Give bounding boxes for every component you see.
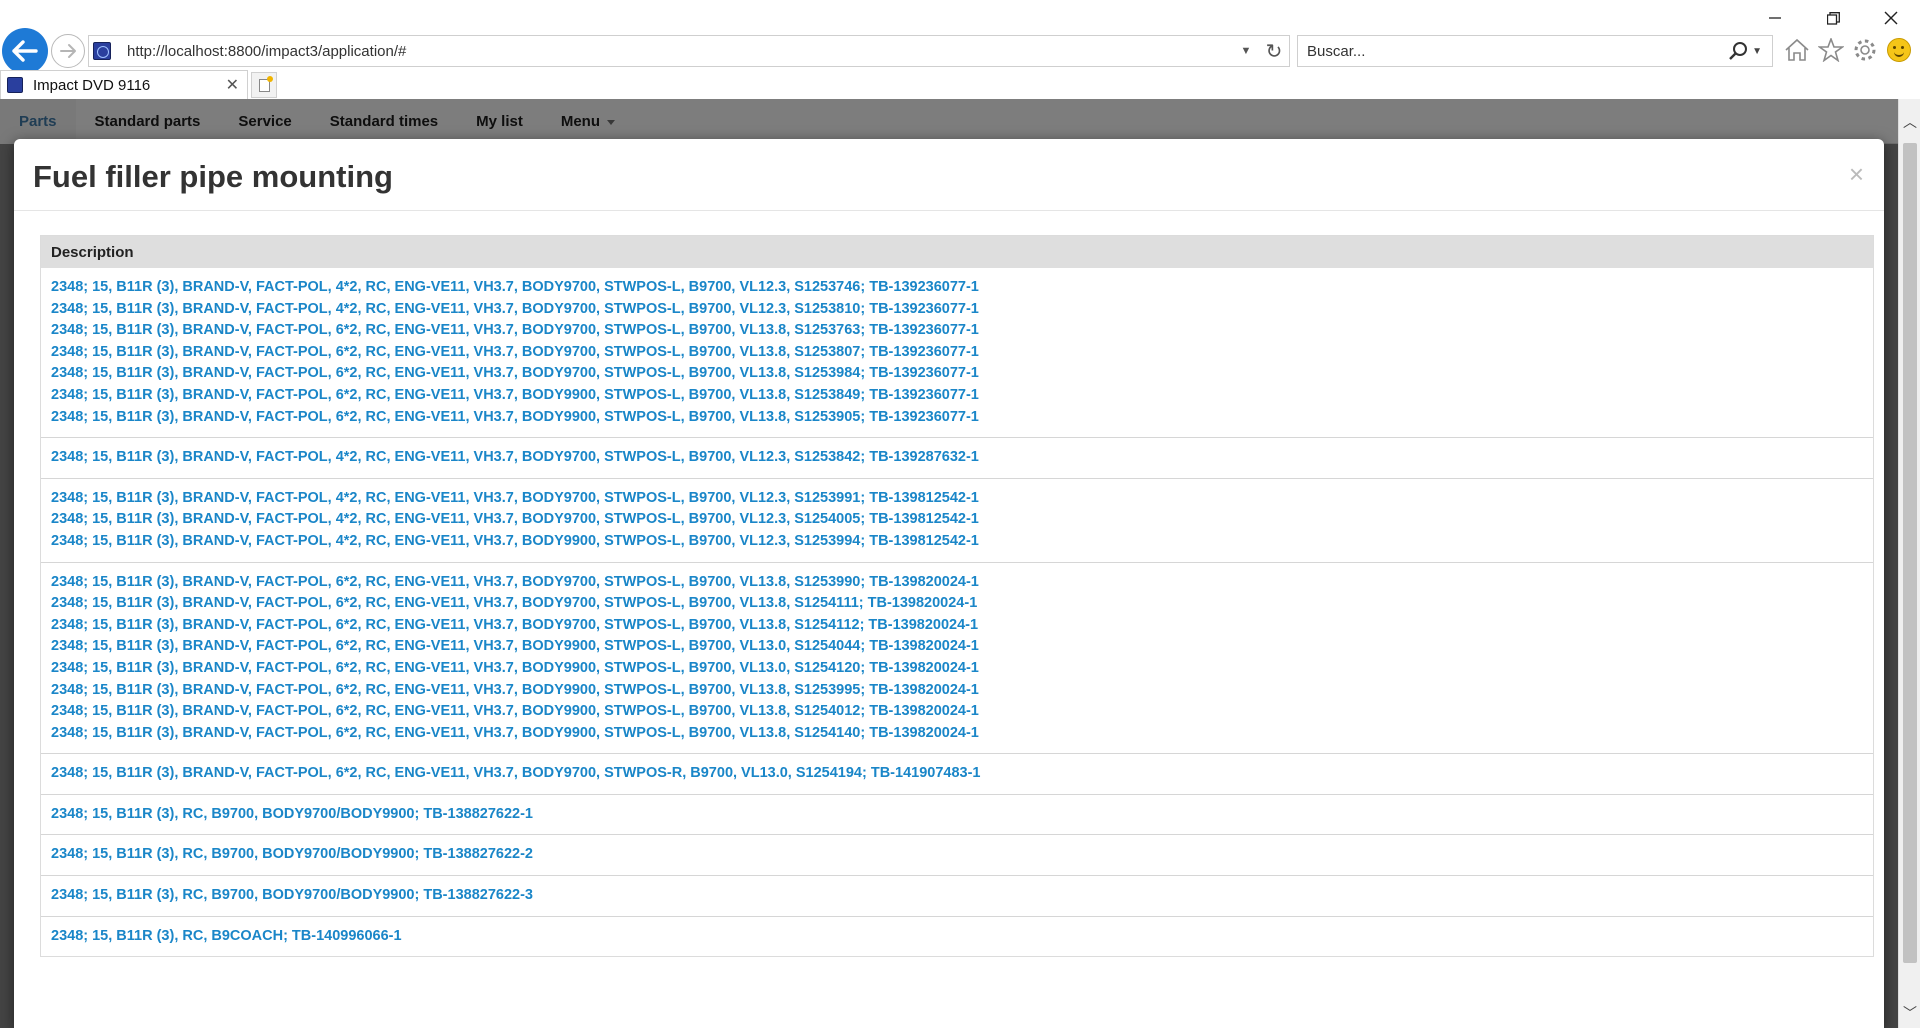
- description-link[interactable]: 2348; 15, B11R (3), BRAND-V, FACT-POL, 6…: [51, 701, 1863, 723]
- favorites-star-icon[interactable]: [1817, 34, 1845, 66]
- row-group: 2348; 15, B11R (3), BRAND-V, FACT-POL, 4…: [41, 268, 1873, 437]
- description-link[interactable]: 2348; 15, B11R (3), BRAND-V, FACT-POL, 6…: [51, 658, 1863, 680]
- feedback-smiley-icon[interactable]: [1885, 34, 1913, 66]
- forward-button[interactable]: [51, 34, 85, 68]
- chevron-down-icon[interactable]: ▼: [1233, 45, 1259, 57]
- restore-button[interactable]: [1804, 0, 1862, 36]
- browser-tab[interactable]: Impact DVD 9116 ✕: [0, 70, 248, 99]
- scrollbar-thumb[interactable]: [1903, 143, 1917, 963]
- new-tab-icon: [258, 75, 273, 92]
- window-controls: [1746, 0, 1920, 36]
- modal-title: Fuel filler pipe mounting: [33, 159, 393, 194]
- description-link[interactable]: 2348; 15, B11R (3), RC, B9700, BODY9700/…: [51, 844, 1863, 866]
- description-link[interactable]: 2348; 15, B11R (3), BRAND-V, FACT-POL, 6…: [51, 636, 1863, 658]
- search-icon[interactable]: [1728, 41, 1748, 61]
- restore-icon: [1826, 11, 1840, 25]
- site-favicon-icon: [93, 42, 111, 60]
- description-link[interactable]: 2348; 15, B11R (3), BRAND-V, FACT-POL, 4…: [51, 277, 1863, 299]
- description-table: Description 2348; 15, B11R (3), BRAND-V,…: [40, 235, 1874, 958]
- row-group: 2348; 15, B11R (3), BRAND-V, FACT-POL, 6…: [41, 753, 1873, 794]
- description-link[interactable]: 2348; 15, B11R (3), BRAND-V, FACT-POL, 4…: [51, 447, 1863, 469]
- description-link[interactable]: 2348; 15, B11R (3), BRAND-V, FACT-POL, 6…: [51, 763, 1863, 785]
- description-link[interactable]: 2348; 15, B11R (3), RC, B9700, BODY9700/…: [51, 885, 1863, 907]
- row-group: 2348; 15, B11R (3), BRAND-V, FACT-POL, 4…: [41, 437, 1873, 478]
- description-link[interactable]: 2348; 15, B11R (3), BRAND-V, FACT-POL, 6…: [51, 385, 1863, 407]
- description-link[interactable]: 2348; 15, B11R (3), BRAND-V, FACT-POL, 6…: [51, 363, 1863, 385]
- row-group: 2348; 15, B11R (3), BRAND-V, FACT-POL, 4…: [41, 477, 1873, 562]
- description-link[interactable]: 2348; 15, B11R (3), BRAND-V, FACT-POL, 6…: [51, 572, 1863, 594]
- description-link[interactable]: 2348; 15, B11R (3), RC, B9COACH; TB-1409…: [51, 926, 1863, 948]
- url-input[interactable]: [125, 41, 1233, 61]
- tab-strip: Impact DVD 9116 ✕: [0, 70, 1920, 99]
- description-link[interactable]: 2348; 15, B11R (3), BRAND-V, FACT-POL, 4…: [51, 531, 1863, 553]
- modal-header: Fuel filler pipe mounting ×: [14, 139, 1884, 211]
- minimize-icon: [1769, 17, 1781, 19]
- tab-favicon-icon: [7, 77, 23, 93]
- minimize-button[interactable]: [1746, 0, 1804, 36]
- window-close-button[interactable]: [1862, 0, 1920, 36]
- new-tab-button[interactable]: [251, 72, 277, 98]
- description-modal: Fuel filler pipe mounting × Description …: [14, 139, 1884, 1028]
- tab-close-icon[interactable]: ✕: [226, 75, 239, 95]
- arrow-left-icon: [12, 40, 38, 62]
- description-link[interactable]: 2348; 15, B11R (3), BRAND-V, FACT-POL, 4…: [51, 488, 1863, 510]
- row-group: 2348; 15, B11R (3), RC, B9700, BODY9700/…: [41, 834, 1873, 875]
- browser-toolbar: [1783, 34, 1913, 66]
- description-link[interactable]: 2348; 15, B11R (3), BRAND-V, FACT-POL, 4…: [51, 509, 1863, 531]
- description-link[interactable]: 2348; 15, B11R (3), BRAND-V, FACT-POL, 6…: [51, 680, 1863, 702]
- close-icon: [1884, 11, 1898, 25]
- search-input[interactable]: [1298, 41, 1729, 61]
- search-bar[interactable]: ▼: [1297, 35, 1773, 67]
- description-link[interactable]: 2348; 15, B11R (3), BRAND-V, FACT-POL, 4…: [51, 299, 1863, 321]
- scroll-up-icon[interactable]: ︿: [1899, 111, 1920, 133]
- browser-chrome: ▼ ↻ ▼ Impact DVD 9116 ✕: [0, 0, 1920, 99]
- address-bar[interactable]: ▼ ↻: [88, 35, 1290, 67]
- back-button[interactable]: [2, 28, 48, 74]
- column-header-description: Description: [41, 236, 1873, 268]
- refresh-icon[interactable]: ↻: [1259, 39, 1289, 64]
- description-groups: 2348; 15, B11R (3), BRAND-V, FACT-POL, 4…: [41, 268, 1873, 956]
- arrow-right-icon: [60, 44, 76, 58]
- description-link[interactable]: 2348; 15, B11R (3), RC, B9700, BODY9700/…: [51, 804, 1863, 826]
- search-dropdown-icon[interactable]: ▼: [1752, 46, 1762, 57]
- home-icon[interactable]: [1783, 34, 1811, 66]
- row-group: 2348; 15, B11R (3), RC, B9700, BODY9700/…: [41, 793, 1873, 835]
- description-link[interactable]: 2348; 15, B11R (3), BRAND-V, FACT-POL, 6…: [51, 615, 1863, 637]
- description-link[interactable]: 2348; 15, B11R (3), BRAND-V, FACT-POL, 6…: [51, 723, 1863, 745]
- description-link[interactable]: 2348; 15, B11R (3), BRAND-V, FACT-POL, 6…: [51, 593, 1863, 615]
- gear-icon[interactable]: [1851, 34, 1879, 66]
- description-link[interactable]: 2348; 15, B11R (3), BRAND-V, FACT-POL, 6…: [51, 320, 1863, 342]
- description-link[interactable]: 2348; 15, B11R (3), BRAND-V, FACT-POL, 6…: [51, 342, 1863, 364]
- modal-close-button[interactable]: ×: [1849, 161, 1864, 187]
- description-link[interactable]: 2348; 15, B11R (3), BRAND-V, FACT-POL, 6…: [51, 407, 1863, 429]
- row-group: 2348; 15, B11R (3), RC, B9COACH; TB-1409…: [41, 915, 1873, 957]
- scroll-down-icon[interactable]: ﹀: [1899, 1002, 1920, 1024]
- tab-title: Impact DVD 9116: [33, 76, 151, 94]
- page-scrollbar[interactable]: ︿ ﹀: [1898, 99, 1920, 1028]
- row-group: 2348; 15, B11R (3), BRAND-V, FACT-POL, 6…: [41, 561, 1873, 754]
- row-group: 2348; 15, B11R (3), RC, B9700, BODY9700/…: [41, 875, 1873, 916]
